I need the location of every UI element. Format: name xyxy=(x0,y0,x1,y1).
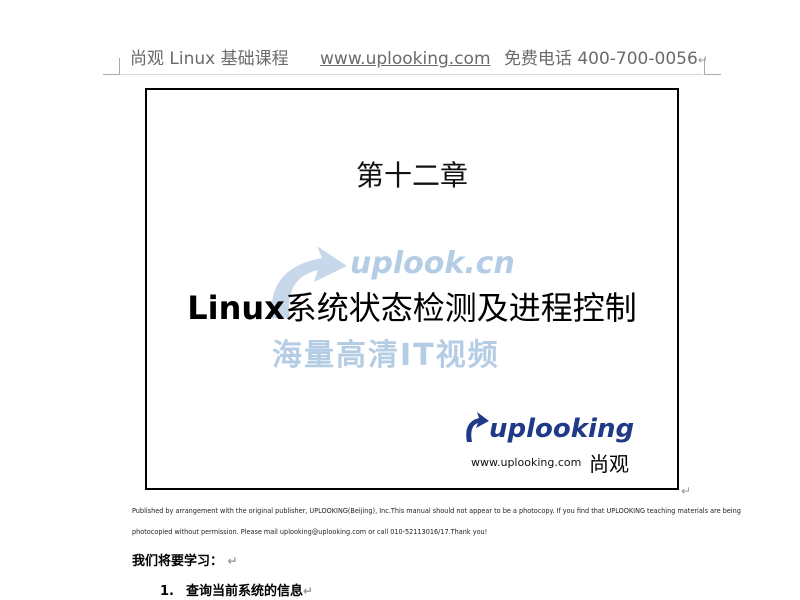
header-hotline: 免费电话 400-700-0056 xyxy=(503,49,698,69)
brand-logo-text: uplooking xyxy=(489,414,635,444)
list-item: 1. 查询当前系统的信息↵ xyxy=(160,580,313,599)
crop-mark-top-left xyxy=(103,58,120,75)
paragraph-mark-icon: ↵ xyxy=(681,484,692,498)
header-website-link[interactable]: www.uplooking.com xyxy=(320,49,491,69)
brand-cn-name: 尚观 xyxy=(589,452,629,476)
list-item-text: 查询当前系统的信息 xyxy=(185,584,303,599)
watermark-domain: uplook.cn xyxy=(350,246,515,281)
cover-box: 第十二章 uplook.cn 海量高清IT视频 Linux系统状态检测及进程控制… xyxy=(145,88,679,490)
section-heading-text: 我们将要学习： xyxy=(132,554,224,569)
header-course: 尚观 Linux 基础课程 xyxy=(130,49,289,69)
copyright-notice-line2: photocopied without permission. Please m… xyxy=(132,528,488,536)
brand-logo-icon xyxy=(466,412,489,442)
cover-title-cn: 系统状态检测及进程控制 xyxy=(284,289,637,327)
watermark-tagline: 海量高清IT视频 xyxy=(272,338,500,373)
brand-url: www.uplooking.com xyxy=(471,456,582,469)
brand-block: uplooking www.uplooking.com 尚观 xyxy=(466,410,669,480)
paragraph-mark-icon: ↵ xyxy=(303,584,314,598)
section-heading: 我们将要学习： ↵ xyxy=(132,550,238,569)
list-item-number: 1. xyxy=(160,584,174,599)
crop-mark-top-right xyxy=(704,58,721,75)
header-rule xyxy=(108,74,703,75)
cover-title-latin: Linux xyxy=(187,289,285,327)
cover-title: Linux系统状态检测及进程控制 xyxy=(147,283,677,329)
page-header: 尚观 Linux 基础课程 www.uplooking.com 免费电话 400… xyxy=(130,44,710,69)
copyright-notice-line1: Published by arrangement with the origin… xyxy=(132,507,741,515)
chapter-title: 第十二章 xyxy=(355,159,468,192)
paragraph-mark-icon: ↵ xyxy=(227,554,238,568)
